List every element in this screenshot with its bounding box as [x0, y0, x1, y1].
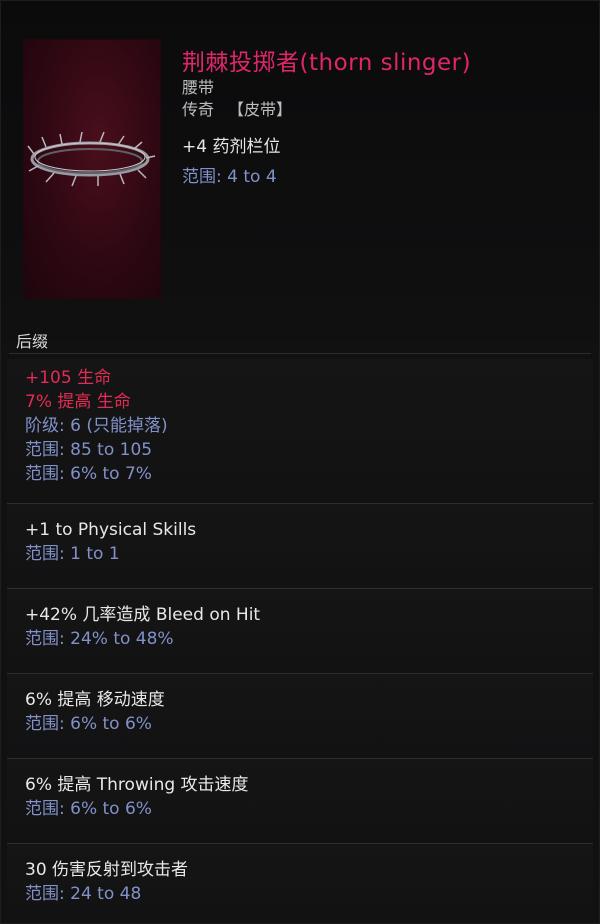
affix-block: 30 伤害反射到攻击者 范围: 24 to 48	[7, 844, 593, 922]
affix-stat: 7% 提高 生命	[25, 392, 131, 412]
item-base-type: 腰带	[182, 78, 215, 97]
item-rarity: 传奇	[182, 100, 215, 119]
affix-range: 范围: 24% to 48%	[25, 629, 174, 649]
affix-block: +105 生命 7% 提高 生命 阶级: 6 (只能掉落) 范围: 85 to …	[7, 359, 593, 504]
affix-tier: 阶级: 6 (只能掉落)	[25, 416, 168, 436]
affix-block: +1 to Physical Skills 范围: 1 to 1	[7, 504, 593, 589]
affix-stat: +105 生命	[25, 368, 112, 388]
item-subtype: 【皮带】	[228, 100, 293, 119]
thorn-ring-icon	[27, 131, 156, 187]
affix-stat: 30 伤害反射到攻击者	[25, 860, 189, 880]
implicit-stat: +4 药剂栏位	[182, 137, 281, 157]
affix-stat: +42% 几率造成 Bleed on Hit	[25, 605, 261, 625]
item-rarity-line: 传奇 【皮带】	[182, 96, 292, 120]
affix-block: 6% 提高 Throwing 攻击速度 范围: 6% to 6%	[7, 759, 593, 844]
affix-block: 6% 提高 移动速度 范围: 6% to 6%	[7, 674, 593, 759]
affix-range: 范围: 6% to 6%	[25, 799, 152, 819]
section-divider	[9, 353, 591, 354]
affix-stat: +1 to Physical Skills	[25, 520, 197, 540]
affix-range: 范围: 24 to 48	[25, 884, 142, 904]
affix-stat: 6% 提高 移动速度	[25, 690, 165, 710]
affix-block: +42% 几率造成 Bleed on Hit 范围: 24% to 48%	[7, 589, 593, 674]
affix-range: 范围: 6% to 6%	[25, 714, 152, 734]
affix-range: 范围: 6% to 7%	[25, 464, 152, 484]
suffix-section-title: 后缀	[16, 332, 49, 351]
item-portrait	[23, 39, 161, 299]
affix-stat: 6% 提高 Throwing 攻击速度	[25, 775, 249, 795]
item-name: 荆棘投掷者(thorn slinger)	[182, 50, 472, 76]
item-tooltip: 荆棘投掷者(thorn slinger) 腰带 传奇 【皮带】 +4 药剂栏位 范…	[0, 0, 600, 924]
affix-range: 范围: 1 to 1	[25, 544, 120, 564]
item-header: 荆棘投掷者(thorn slinger) 腰带 传奇 【皮带】 +4 药剂栏位 范…	[1, 1, 599, 341]
affix-range: 范围: 85 to 105	[25, 440, 153, 460]
implicit-range: 范围: 4 to 4	[182, 167, 277, 187]
